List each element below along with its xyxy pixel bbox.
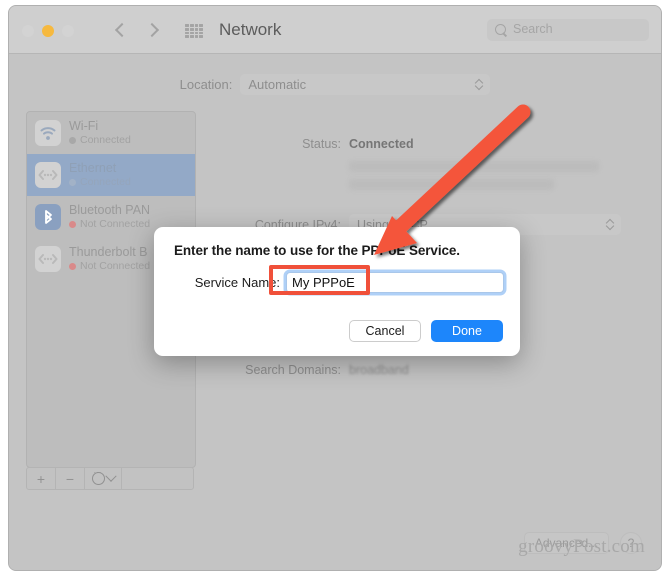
sidebar-item-status-label: Not Connected [80, 260, 151, 273]
sidebar-item-wi-fi[interactable]: Wi-Fi Connected [27, 112, 195, 154]
sidebar-item-label: Wi-Fi [69, 118, 99, 133]
forward-chevron-icon[interactable] [146, 21, 160, 39]
chevron-down-icon [104, 470, 117, 482]
search-placeholder: Search [513, 22, 553, 36]
sidebar-item-status: Not Connected [69, 261, 150, 272]
done-button[interactable]: Done [431, 320, 503, 342]
search-icon [495, 24, 506, 35]
navigation-controls [114, 21, 160, 39]
sidebar-item-label: Thunderbolt B [69, 244, 148, 259]
status-dot-icon [69, 263, 76, 271]
service-name-label: Service Name: [194, 275, 280, 290]
traffic-light-controls [22, 25, 74, 37]
status-description-row-2 [205, 179, 644, 190]
status-value: Connected [349, 137, 414, 151]
action-menu-icon [91, 468, 105, 485]
minimize-button[interactable] [42, 25, 54, 37]
red-highlight-box [269, 265, 370, 295]
sidebar-item-text: Wi-Fi Connected [69, 118, 131, 146]
search-domains-row: Search Domains: broadband [205, 363, 644, 377]
sidebar-item-text: Bluetooth PAN Not Connected [69, 202, 151, 230]
location-row: Location: Automatic [9, 74, 661, 95]
sidebar-item-status: Connected [69, 177, 131, 188]
status-dot-icon [69, 137, 76, 145]
search-domains-label: Search Domains: [245, 363, 341, 377]
chevron-updown-icon [475, 78, 483, 91]
status-row: Status: Connected [205, 137, 644, 151]
sidebar-item-text: Thunderbolt B Not Connected [69, 244, 150, 272]
screenshot-root: Network Search Location: Automatic Wi-Fi… [0, 0, 670, 578]
services-toolbar: + − [26, 467, 194, 490]
sidebar-item-status-label: Not Connected [80, 218, 151, 231]
dialog-buttons: Cancel Done [349, 320, 503, 342]
all-preferences-grid-icon[interactable] [185, 24, 203, 38]
location-dropdown[interactable]: Automatic [240, 74, 491, 95]
status-description-blurred [349, 161, 599, 172]
wifi-icon [35, 120, 61, 146]
sidebar-item-status-label: Connected [80, 176, 131, 189]
services-toolbar-filler [122, 468, 193, 489]
watermark: groovyPost.com [518, 536, 645, 557]
chevron-updown-icon [606, 218, 614, 231]
dialog-title: Enter the name to use for the PPPoE Serv… [174, 243, 460, 258]
add-service-button[interactable]: + [27, 468, 56, 489]
search-input[interactable]: Search [487, 19, 649, 41]
back-chevron-icon[interactable] [114, 21, 128, 39]
location-value: Automatic [248, 77, 307, 92]
status-label: Status: [302, 137, 341, 151]
sidebar-item-ethernet[interactable]: Ethernet Connected [27, 154, 195, 196]
status-description-row [205, 161, 644, 172]
sidebar-item-label: Bluetooth PAN [69, 202, 151, 217]
sidebar-item-status: Connected [69, 135, 131, 146]
window-toolbar: Network Search [9, 6, 661, 54]
zoom-button[interactable] [62, 25, 74, 37]
action-menu-button[interactable] [85, 468, 122, 489]
thunderbolt-icon [35, 246, 61, 272]
ethernet-icon [35, 162, 61, 188]
search-domains-value: broadband [349, 363, 409, 377]
remove-service-button[interactable]: − [56, 468, 85, 489]
page-title: Network [219, 20, 282, 39]
close-button[interactable] [22, 25, 34, 37]
sidebar-item-label: Ethernet [69, 160, 117, 175]
status-dot-icon [69, 179, 76, 187]
sidebar-item-status: Not Connected [69, 219, 150, 230]
sidebar-item-text: Ethernet Connected [69, 160, 131, 188]
status-description-blurred-2 [349, 179, 554, 190]
cancel-button[interactable]: Cancel [349, 320, 421, 342]
location-label: Location: [179, 77, 233, 92]
bluetooth-icon [35, 204, 61, 230]
sidebar-item-status-label: Connected [80, 134, 131, 147]
status-dot-icon [69, 221, 76, 229]
